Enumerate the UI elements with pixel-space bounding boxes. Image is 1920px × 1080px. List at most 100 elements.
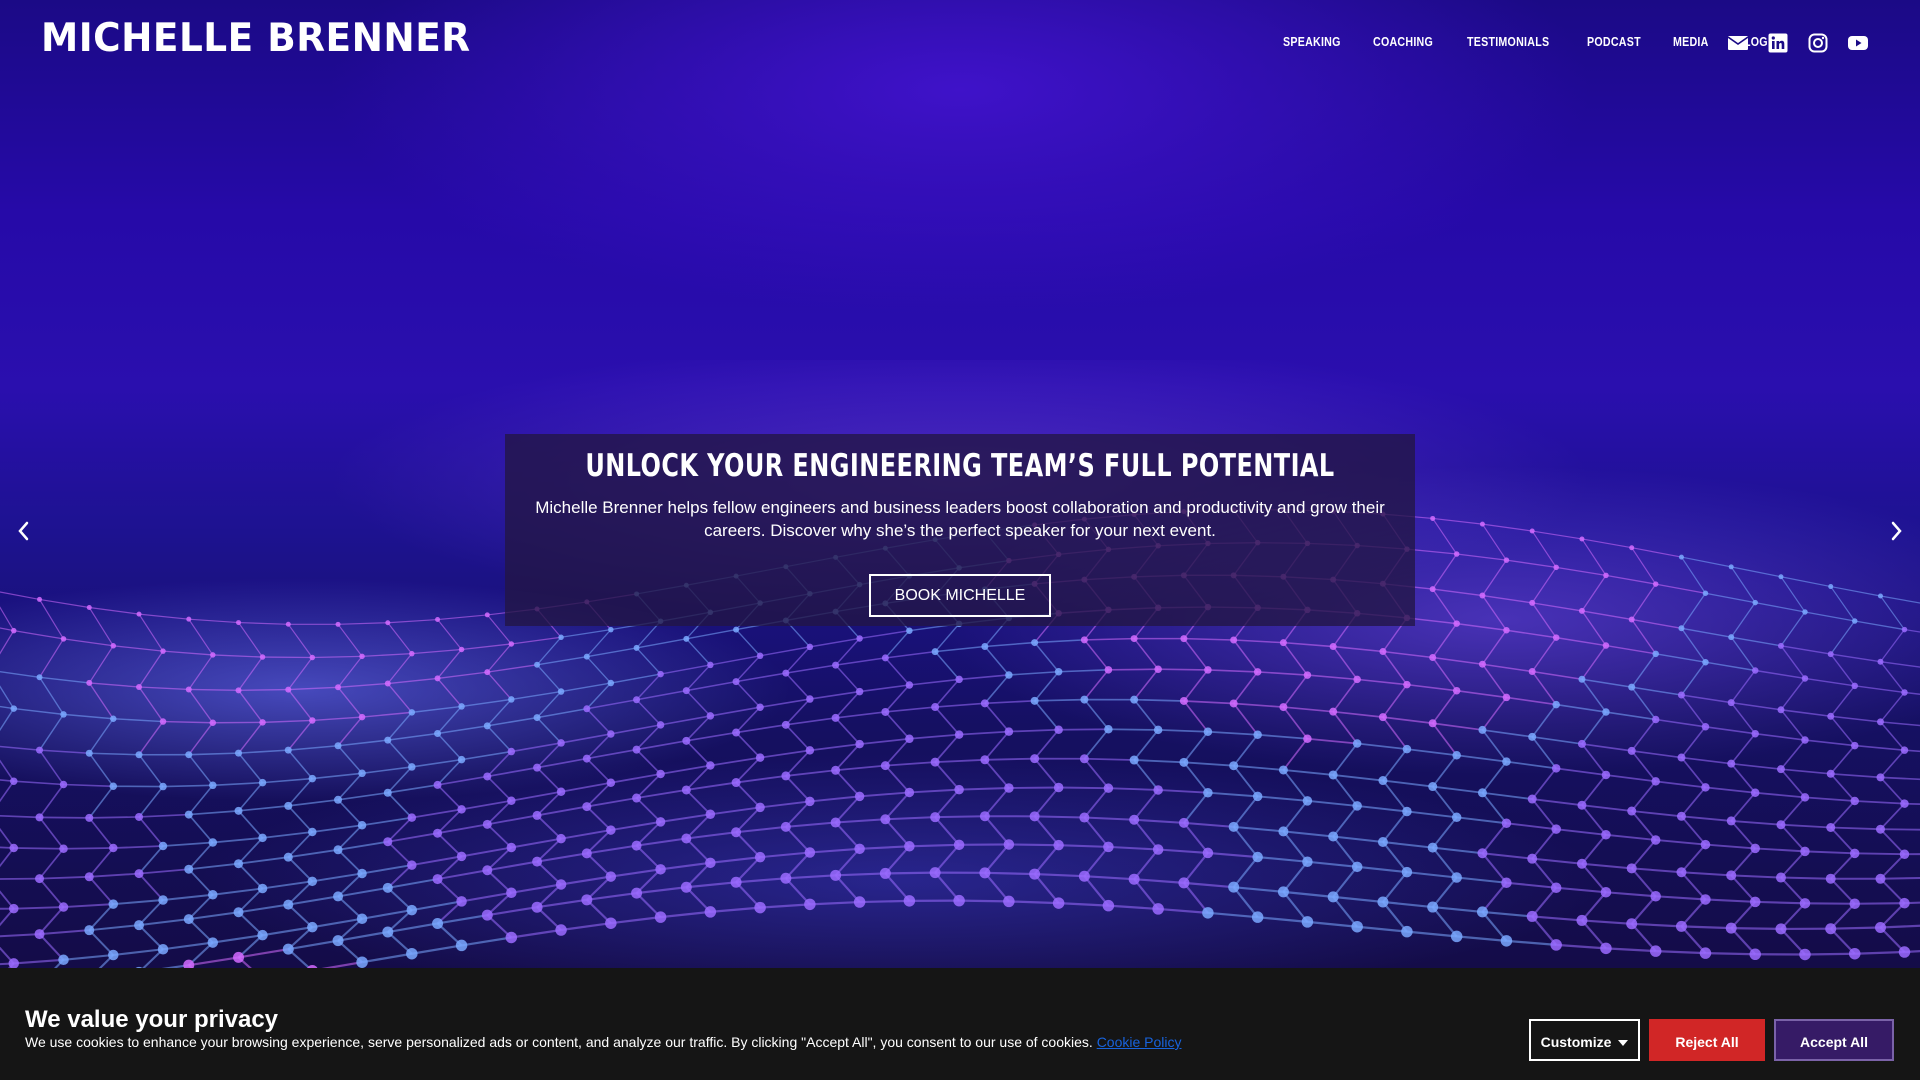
mesh-line — [959, 899, 1009, 903]
cookie-policy-link[interactable]: Cookie Policy — [1097, 1034, 1182, 1050]
mesh-node — [108, 949, 119, 961]
mesh-line — [735, 629, 761, 657]
email-icon[interactable] — [1727, 33, 1749, 53]
accept-all-button[interactable]: Accept All — [1774, 1019, 1894, 1061]
hero-title: UNLOCK YOUR ENGINEERING TEAM’S FULL POTE… — [585, 448, 1335, 484]
mesh-line — [885, 761, 936, 767]
mesh-line — [1332, 774, 1358, 807]
mesh-line — [1058, 786, 1109, 790]
mesh-node — [1528, 732, 1537, 741]
reject-all-button[interactable]: Reject All — [1649, 1019, 1765, 1061]
mesh-node — [557, 688, 565, 695]
customize-button[interactable]: Customize — [1529, 1019, 1640, 1061]
mesh-line — [1879, 691, 1906, 723]
mesh-line — [88, 817, 114, 849]
mesh-line — [785, 717, 836, 726]
mesh-line — [884, 711, 910, 740]
mesh-line — [1282, 642, 1309, 676]
mesh-line — [1332, 743, 1358, 776]
mesh-node — [1652, 581, 1659, 587]
hero-card: UNLOCK YOUR ENGINEERING TEAM’S FULL POTE… — [505, 434, 1415, 626]
mesh-line — [113, 845, 164, 849]
mesh-line — [387, 683, 413, 713]
mesh-line — [0, 708, 15, 732]
mesh-node — [1451, 872, 1462, 883]
mesh-line — [909, 733, 960, 740]
mesh-line — [188, 810, 239, 816]
mesh-node — [1152, 903, 1164, 915]
book-michelle-button[interactable]: BOOK MICHELLE — [868, 574, 1052, 617]
mesh-node — [1850, 741, 1859, 750]
mesh-line — [138, 613, 189, 620]
slider-prev-button[interactable] — [12, 516, 36, 546]
nav-item-podcast[interactable]: PODCAST — [1587, 34, 1641, 49]
mesh-line — [1083, 699, 1110, 730]
mesh-line — [1681, 871, 1732, 877]
mesh-node — [656, 769, 665, 779]
mesh-line — [1830, 826, 1881, 831]
mesh-node — [406, 904, 418, 916]
site-logo[interactable]: MICHELLE BRENNER — [41, 16, 471, 61]
mesh-node — [1253, 730, 1262, 739]
mesh-node — [1152, 844, 1164, 855]
mesh-node — [1529, 599, 1536, 606]
mesh-node — [1203, 727, 1213, 737]
mesh-node — [1104, 666, 1113, 674]
mesh-node — [1601, 830, 1611, 840]
mesh-line — [984, 646, 1010, 676]
mesh-node — [1627, 746, 1636, 755]
mesh-node — [1550, 882, 1562, 893]
mesh-node — [384, 680, 391, 687]
mesh-line — [1506, 822, 1557, 831]
mesh-line — [935, 758, 985, 764]
instagram-icon[interactable] — [1808, 33, 1828, 53]
mesh-line — [835, 818, 886, 824]
slider-next-button[interactable] — [1884, 516, 1908, 546]
mesh-line — [1008, 900, 1059, 905]
mesh-node — [782, 669, 790, 677]
nav-item-speaking[interactable]: SPEAKING — [1283, 34, 1341, 49]
youtube-icon[interactable] — [1848, 33, 1868, 53]
mesh-line — [686, 781, 737, 791]
mesh-line — [686, 881, 737, 889]
mesh-line — [835, 657, 886, 666]
mesh-line — [287, 778, 313, 807]
mesh-line — [1333, 645, 1384, 653]
mesh-node — [555, 924, 567, 936]
mesh-line — [1605, 774, 1656, 783]
mesh-line — [63, 903, 114, 909]
mesh-line — [834, 769, 861, 798]
mesh-node — [209, 719, 217, 726]
nav-item-coaching[interactable]: COACHING — [1373, 34, 1433, 49]
mesh-node — [1876, 718, 1884, 726]
mesh-line — [785, 769, 836, 777]
mesh-line — [1830, 715, 1881, 723]
mesh-line — [287, 805, 313, 833]
mesh-node — [1352, 801, 1362, 811]
linkedin-icon[interactable] — [1768, 33, 1788, 53]
mesh-line — [63, 638, 114, 647]
main-nav: SPEAKING COACHING TESTIMONIALS PODCAST M… — [1283, 34, 1775, 49]
mesh-line — [188, 689, 214, 724]
mesh-node — [1626, 918, 1638, 930]
mesh-node — [1452, 750, 1461, 760]
mesh-line — [1282, 769, 1309, 802]
mesh-node — [631, 840, 642, 851]
mesh-line — [1482, 729, 1533, 738]
mesh-node — [1502, 757, 1511, 766]
mesh-line — [262, 777, 313, 784]
mesh-line — [337, 799, 363, 826]
mesh-line — [1581, 575, 1607, 612]
mesh-line — [1556, 828, 1607, 836]
mesh-line — [1133, 638, 1159, 670]
mesh-line — [1531, 798, 1557, 830]
mesh-line — [1731, 701, 1782, 711]
mesh-line — [1283, 890, 1334, 898]
mesh-node — [731, 778, 741, 788]
mesh-node — [1251, 911, 1264, 923]
nav-item-media[interactable]: MEDIA — [1673, 34, 1709, 49]
nav-item-testimonials[interactable]: TESTIMONIALS — [1467, 34, 1549, 49]
mesh-node — [1552, 634, 1560, 641]
mesh-node — [1003, 895, 1015, 908]
mesh-line — [1804, 611, 1855, 622]
